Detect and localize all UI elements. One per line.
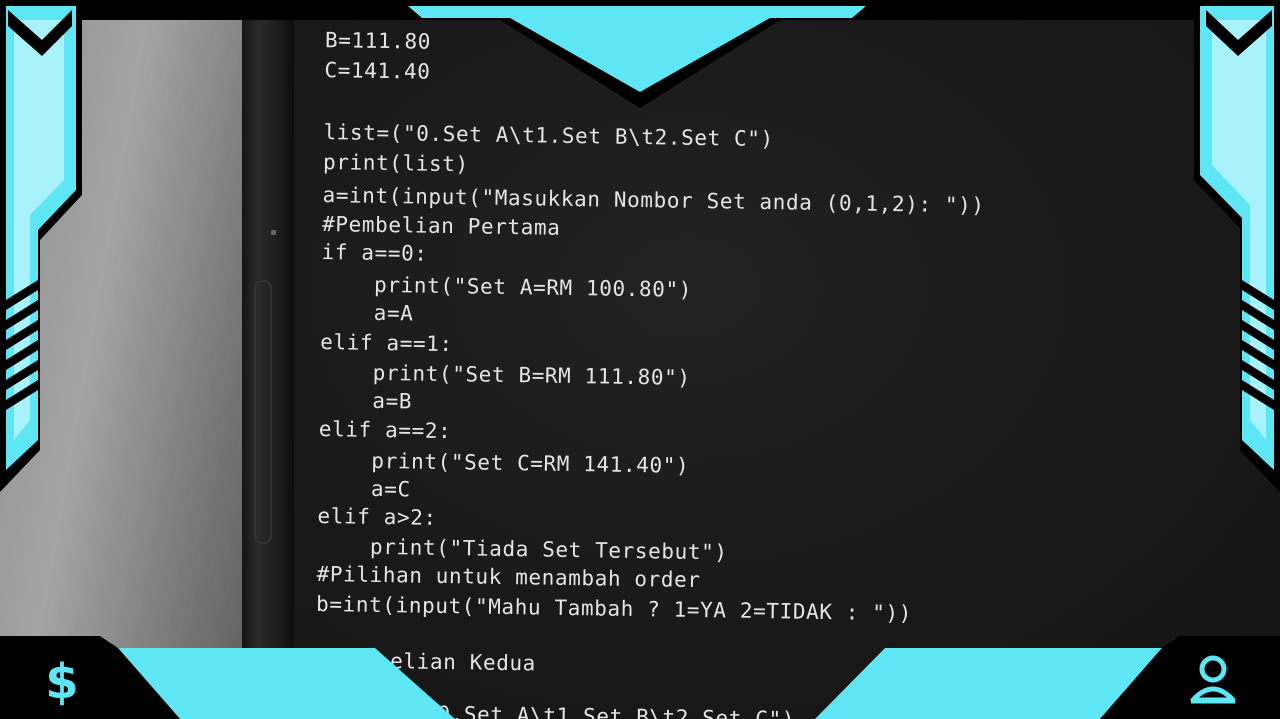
hud-frame — [0, 0, 1280, 719]
photo-scene: B=111.80 C=141.40 list=("0.Set A\t1.Set … — [0, 0, 1280, 719]
dollar-icon: $ — [45, 654, 78, 706]
svg-text:$: $ — [45, 654, 78, 706]
user-icon — [1190, 655, 1236, 704]
